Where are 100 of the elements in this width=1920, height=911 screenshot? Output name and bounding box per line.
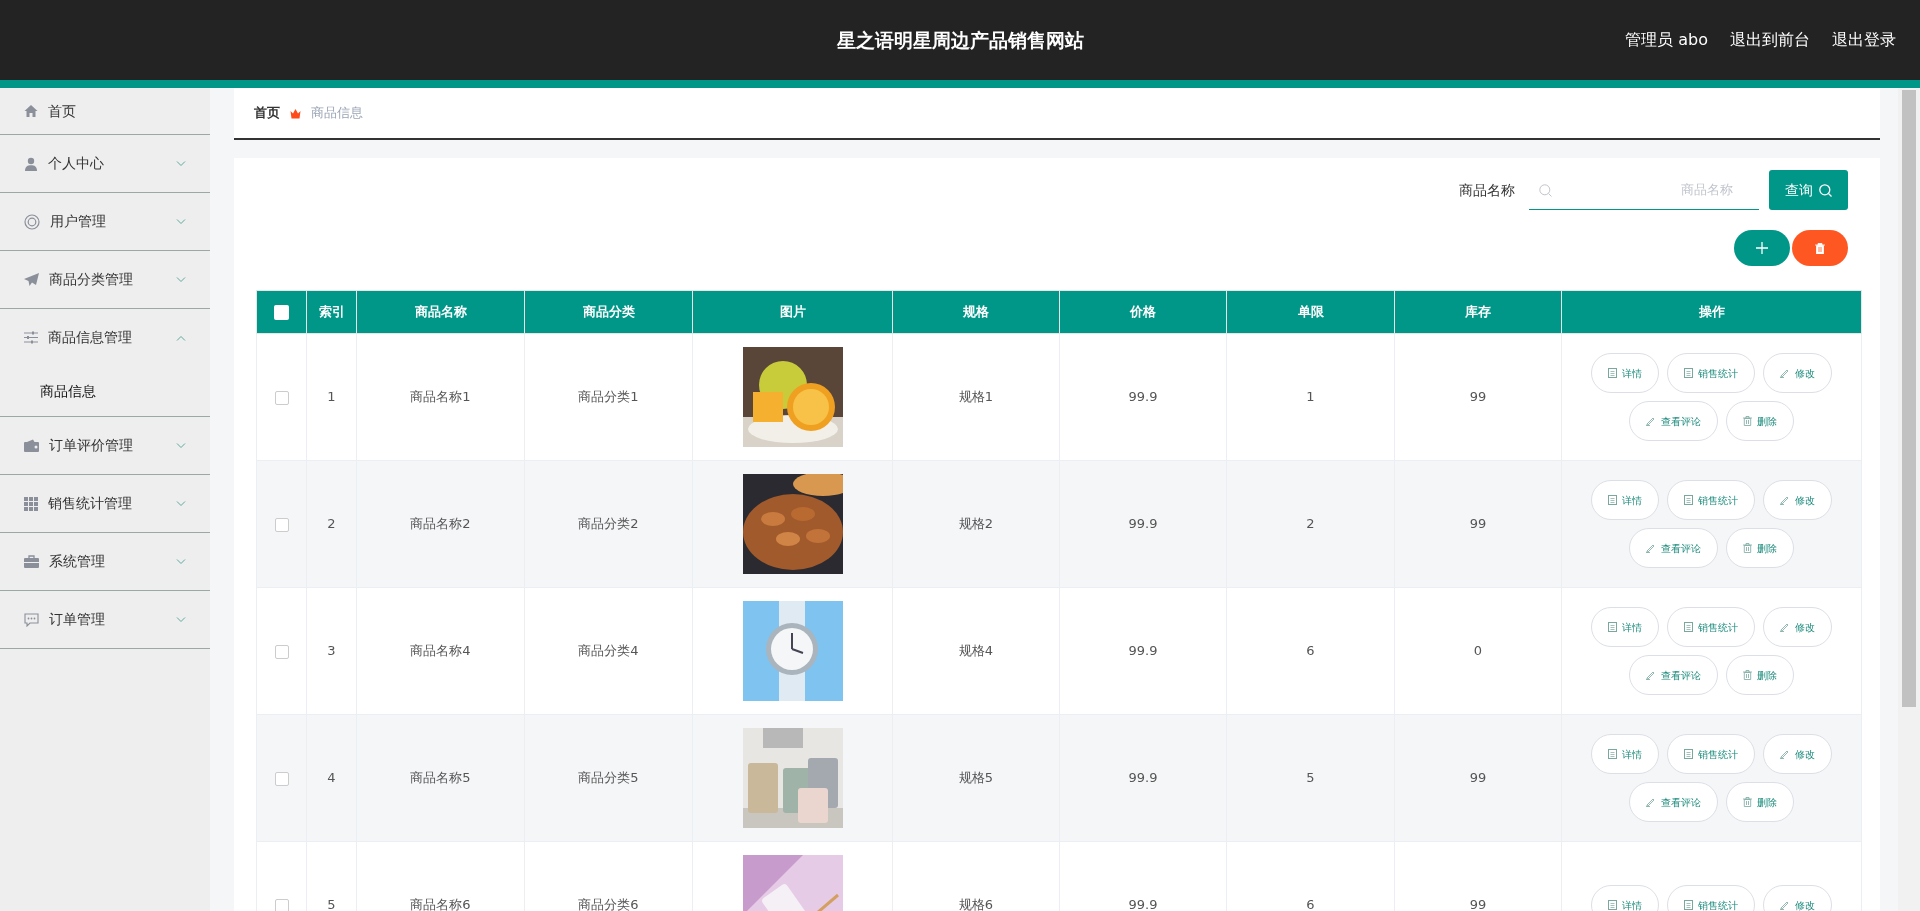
- sidebar-item[interactable]: 用户管理: [0, 193, 210, 250]
- row-checkbox[interactable]: [274, 898, 289, 911]
- pencil-icon: [1646, 416, 1656, 426]
- action-button[interactable]: 详情: [1591, 353, 1659, 393]
- action-button[interactable]: 查看评论: [1629, 655, 1718, 695]
- table-cell-text: 商品名称6: [410, 897, 471, 911]
- table-cell-text: 商品分类2: [578, 516, 639, 532]
- pencil-icon: [1646, 543, 1656, 553]
- crown-icon: [290, 107, 301, 119]
- search-field[interactable]: 商品名称: [1529, 170, 1759, 210]
- search-icon: [1539, 184, 1552, 197]
- document-icon: [1608, 900, 1617, 910]
- table-cell-text: 3: [327, 643, 336, 659]
- action-button[interactable]: 详情: [1591, 480, 1659, 520]
- document-icon: [1608, 495, 1617, 505]
- breadcrumb-item[interactable]: 首页: [254, 103, 280, 123]
- ring-icon: [24, 213, 40, 230]
- table-cell-text: 99.9: [1128, 389, 1158, 405]
- table-cell-text: 99.9: [1128, 516, 1158, 532]
- search-icon: [1819, 183, 1832, 197]
- table-cell-text: 99: [1469, 516, 1487, 532]
- search-label: 商品名称: [1459, 180, 1515, 200]
- sidebar-item[interactable]: 个人中心: [0, 135, 210, 192]
- user-icon: [24, 156, 38, 171]
- action-button[interactable]: 修改: [1763, 353, 1832, 393]
- action-button[interactable]: 查看评论: [1629, 528, 1718, 568]
- table-cell-text: 6: [1306, 897, 1315, 911]
- row-checkbox[interactable]: [274, 644, 289, 659]
- sidebar-item[interactable]: 商品信息管理: [0, 309, 210, 366]
- action-button[interactable]: 销售统计: [1667, 353, 1755, 393]
- row-checkbox[interactable]: [274, 771, 289, 786]
- breadcrumb-item: 商品信息: [311, 104, 363, 123]
- row-checkbox[interactable]: [274, 517, 289, 532]
- sidebar-item[interactable]: 系统管理: [0, 533, 210, 590]
- trash-icon: [1743, 543, 1752, 553]
- action-button[interactable]: 删除: [1726, 782, 1794, 822]
- action-button[interactable]: 删除: [1726, 528, 1794, 568]
- sidebar-item[interactable]: 商品分类管理: [0, 251, 210, 308]
- sidebar-subitem[interactable]: 商品信息: [0, 366, 210, 416]
- column-header: 商品名称: [356, 290, 525, 334]
- table-cell-text: 商品名称4: [410, 643, 471, 659]
- column-header: 单限: [1226, 290, 1395, 334]
- sidebar-item[interactable]: 首页: [0, 88, 210, 135]
- action-button[interactable]: 销售统计: [1667, 607, 1755, 647]
- document-icon: [1684, 622, 1693, 632]
- table-cell-text: 2: [327, 516, 336, 532]
- action-button[interactable]: 修改: [1763, 480, 1832, 520]
- pencil-icon: [1646, 797, 1656, 807]
- table-cell-text: 5: [327, 897, 336, 911]
- table-cell-text: 6: [1306, 643, 1315, 659]
- table-cell-text: 99.9: [1128, 643, 1158, 659]
- document-icon: [1684, 368, 1693, 378]
- action-button[interactable]: 销售统计: [1667, 734, 1755, 774]
- select-all-checkbox[interactable]: [274, 305, 289, 321]
- action-button[interactable]: 删除: [1726, 401, 1794, 441]
- action-button[interactable]: 销售统计: [1667, 885, 1755, 911]
- pencil-icon: [1780, 368, 1790, 378]
- table-cell-text: 1: [1306, 389, 1315, 405]
- action-button[interactable]: 修改: [1763, 607, 1832, 647]
- table-cell-text: 2: [1306, 516, 1315, 532]
- header-link[interactable]: 退出登录: [1832, 28, 1896, 52]
- add-button[interactable]: [1734, 230, 1790, 266]
- action-button[interactable]: 查看评论: [1629, 401, 1718, 441]
- action-button[interactable]: 详情: [1591, 885, 1659, 911]
- column-header: 操作: [1561, 290, 1862, 334]
- action-button[interactable]: 销售统计: [1667, 480, 1755, 520]
- pencil-icon: [1780, 749, 1790, 759]
- column-header: 规格: [892, 290, 1060, 334]
- table-cell-text: 5: [1306, 770, 1315, 786]
- sidebar-item[interactable]: 销售统计管理: [0, 475, 210, 532]
- trash-icon: [1743, 670, 1752, 680]
- action-button[interactable]: 查看评论: [1629, 782, 1718, 822]
- search-button[interactable]: 查询: [1769, 170, 1848, 210]
- sidebar-item[interactable]: 订单管理: [0, 591, 210, 648]
- grid-icon: [24, 496, 38, 511]
- column-header: 库存: [1394, 290, 1562, 334]
- table-cell-text: 1: [327, 389, 336, 405]
- table-cell-text: 99: [1469, 770, 1487, 786]
- site-title: 星之语明星周边产品销售网站: [836, 27, 1084, 53]
- action-button[interactable]: 修改: [1763, 734, 1832, 774]
- sidebar-item[interactable]: 订单评价管理: [0, 417, 210, 474]
- table-cell-text: 规格5: [958, 770, 994, 786]
- action-button[interactable]: 详情: [1591, 607, 1659, 647]
- home-icon: [24, 104, 38, 118]
- header-link[interactable]: 管理员 abo: [1625, 28, 1708, 52]
- scrollbar[interactable]: [1898, 88, 1920, 911]
- delete-button[interactable]: [1792, 230, 1848, 266]
- action-button[interactable]: 删除: [1726, 655, 1794, 695]
- table-cell-text: 商品分类4: [578, 643, 639, 659]
- table-cell-text: 商品名称5: [410, 770, 471, 786]
- table-cell-text: 规格6: [958, 897, 994, 911]
- action-button[interactable]: 详情: [1591, 734, 1659, 774]
- action-button[interactable]: 修改: [1763, 885, 1832, 911]
- document-icon: [1684, 495, 1693, 505]
- pencil-icon: [1646, 670, 1656, 680]
- header-link[interactable]: 退出到前台: [1730, 28, 1810, 52]
- table-cell-text: 4: [327, 770, 336, 786]
- row-checkbox[interactable]: [274, 390, 289, 405]
- table-cell-text: 规格2: [958, 516, 994, 532]
- column-header: 价格: [1059, 290, 1227, 334]
